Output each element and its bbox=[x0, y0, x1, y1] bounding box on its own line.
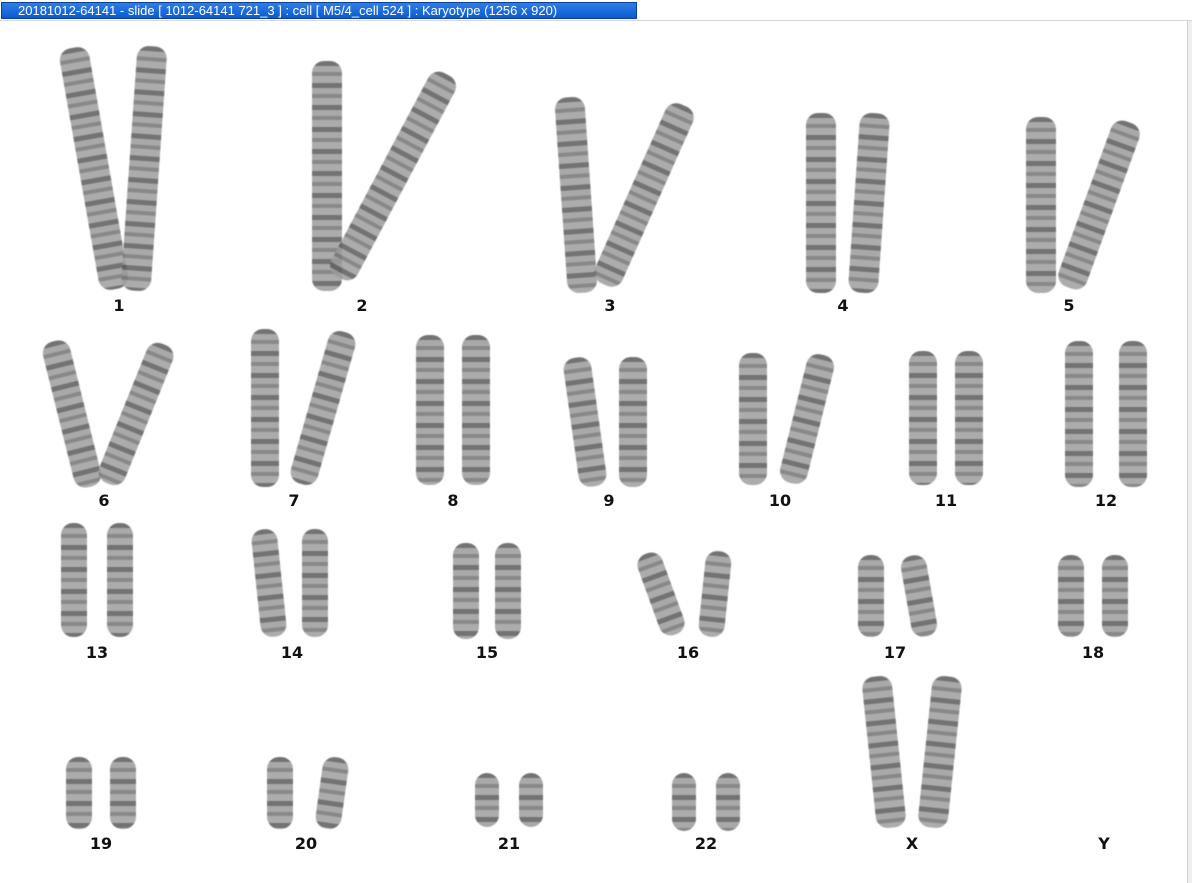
chromosome-11-b[interactable] bbox=[955, 351, 983, 485]
chromosome-17-b[interactable] bbox=[899, 553, 939, 639]
chromosome-12-a[interactable] bbox=[1065, 341, 1093, 487]
chromosome-14-a[interactable] bbox=[250, 527, 288, 639]
chromosome-label-3: 3 bbox=[604, 296, 616, 315]
chromosome-19-a[interactable] bbox=[66, 757, 92, 829]
chromosome-label-7: 7 bbox=[288, 491, 300, 510]
chromosome-21-b[interactable] bbox=[519, 773, 543, 827]
chromosome-label-4: 4 bbox=[837, 296, 849, 315]
chromosome-X-b[interactable] bbox=[917, 674, 963, 830]
chromosome-5-b[interactable] bbox=[1054, 117, 1144, 293]
chromosome-13-b[interactable] bbox=[107, 523, 133, 637]
chromosome-9-a[interactable] bbox=[562, 355, 608, 489]
chromosome-label-16: 16 bbox=[676, 643, 700, 662]
chromosome-7-a[interactable] bbox=[251, 329, 279, 487]
chromosome-label-17: 17 bbox=[883, 643, 907, 662]
chromosome-label-6: 6 bbox=[98, 491, 110, 510]
chromosome-label-9: 9 bbox=[603, 491, 615, 510]
chromosome-17-a[interactable] bbox=[858, 555, 884, 637]
chromosome-16-a[interactable] bbox=[634, 549, 688, 639]
chromosome-label-5: 5 bbox=[1063, 296, 1075, 315]
chromosome-label-8: 8 bbox=[447, 491, 459, 510]
chromosome-13-a[interactable] bbox=[61, 523, 87, 637]
chromosome-15-b[interactable] bbox=[495, 543, 521, 639]
chromosome-5-a[interactable] bbox=[1026, 117, 1056, 293]
chromosome-11-a[interactable] bbox=[909, 351, 937, 485]
chromosome-X-a[interactable] bbox=[861, 674, 907, 830]
chromosome-10-b[interactable] bbox=[777, 351, 837, 487]
chromosome-1-b[interactable] bbox=[120, 45, 168, 292]
chromosome-label-14: 14 bbox=[280, 643, 304, 662]
window-titlebar: 20181012-64141 - slide [ 1012-64141 721_… bbox=[0, 0, 1192, 21]
chromosome-7-b[interactable] bbox=[287, 328, 359, 488]
chromosome-label-18: 18 bbox=[1081, 643, 1105, 662]
chromosome-4-a[interactable] bbox=[806, 113, 836, 293]
chromosome-label-15: 15 bbox=[475, 643, 499, 662]
chromosome-label-13: 13 bbox=[85, 643, 109, 662]
chromosome-10-a[interactable] bbox=[739, 353, 767, 485]
chromosome-22-b[interactable] bbox=[716, 773, 740, 831]
chromosome-label-1: 1 bbox=[113, 296, 125, 315]
chromosome-label-2: 2 bbox=[356, 296, 368, 315]
chromosome-4-b[interactable] bbox=[847, 112, 891, 294]
chromosome-3-a[interactable] bbox=[554, 96, 598, 294]
chromosome-20-b[interactable] bbox=[314, 755, 350, 831]
chromosome-2-b[interactable] bbox=[325, 67, 461, 285]
chromosome-label-19: 19 bbox=[89, 834, 113, 853]
chromosome-16-b[interactable] bbox=[697, 549, 733, 639]
chromosome-21-a[interactable] bbox=[475, 773, 499, 827]
chromosome-label-22: 22 bbox=[694, 834, 718, 853]
chromosome-3-b[interactable] bbox=[590, 99, 698, 291]
chromosome-6-a[interactable] bbox=[40, 337, 104, 491]
chromosome-label-11: 11 bbox=[934, 491, 958, 510]
chromosome-label-X: X bbox=[905, 834, 919, 853]
chromosome-label-10: 10 bbox=[768, 491, 792, 510]
chromosome-20-a[interactable] bbox=[267, 757, 293, 829]
chromosome-9-b[interactable] bbox=[619, 357, 647, 487]
chromosome-19-b[interactable] bbox=[110, 757, 136, 829]
chromosome-1-a[interactable] bbox=[57, 45, 131, 292]
chromosome-12-b[interactable] bbox=[1119, 341, 1147, 487]
chromosome-label-20: 20 bbox=[294, 834, 318, 853]
chromosome-8-a[interactable] bbox=[416, 335, 444, 485]
chromosome-22-a[interactable] bbox=[672, 773, 696, 831]
window-title[interactable]: 20181012-64141 - slide [ 1012-64141 721_… bbox=[1, 2, 637, 19]
chromosome-label-Y: Y bbox=[1098, 834, 1110, 853]
chromosome-14-b[interactable] bbox=[302, 529, 328, 637]
chromosome-label-21: 21 bbox=[497, 834, 521, 853]
chromosome-6-b[interactable] bbox=[94, 339, 178, 489]
window-right-border bbox=[1187, 21, 1192, 883]
chromosome-15-a[interactable] bbox=[453, 543, 479, 639]
chromosome-label-12: 12 bbox=[1094, 491, 1118, 510]
chromosome-18-b[interactable] bbox=[1102, 555, 1128, 637]
chromosome-8-b[interactable] bbox=[462, 335, 490, 485]
chromosome-18-a[interactable] bbox=[1058, 555, 1084, 637]
karyotype-canvas: 1 2 3 4 5 6 7 8 9 10 11 12 13 14 15 16 17 18 19 20 21 22 X Y bbox=[0, 21, 1188, 883]
